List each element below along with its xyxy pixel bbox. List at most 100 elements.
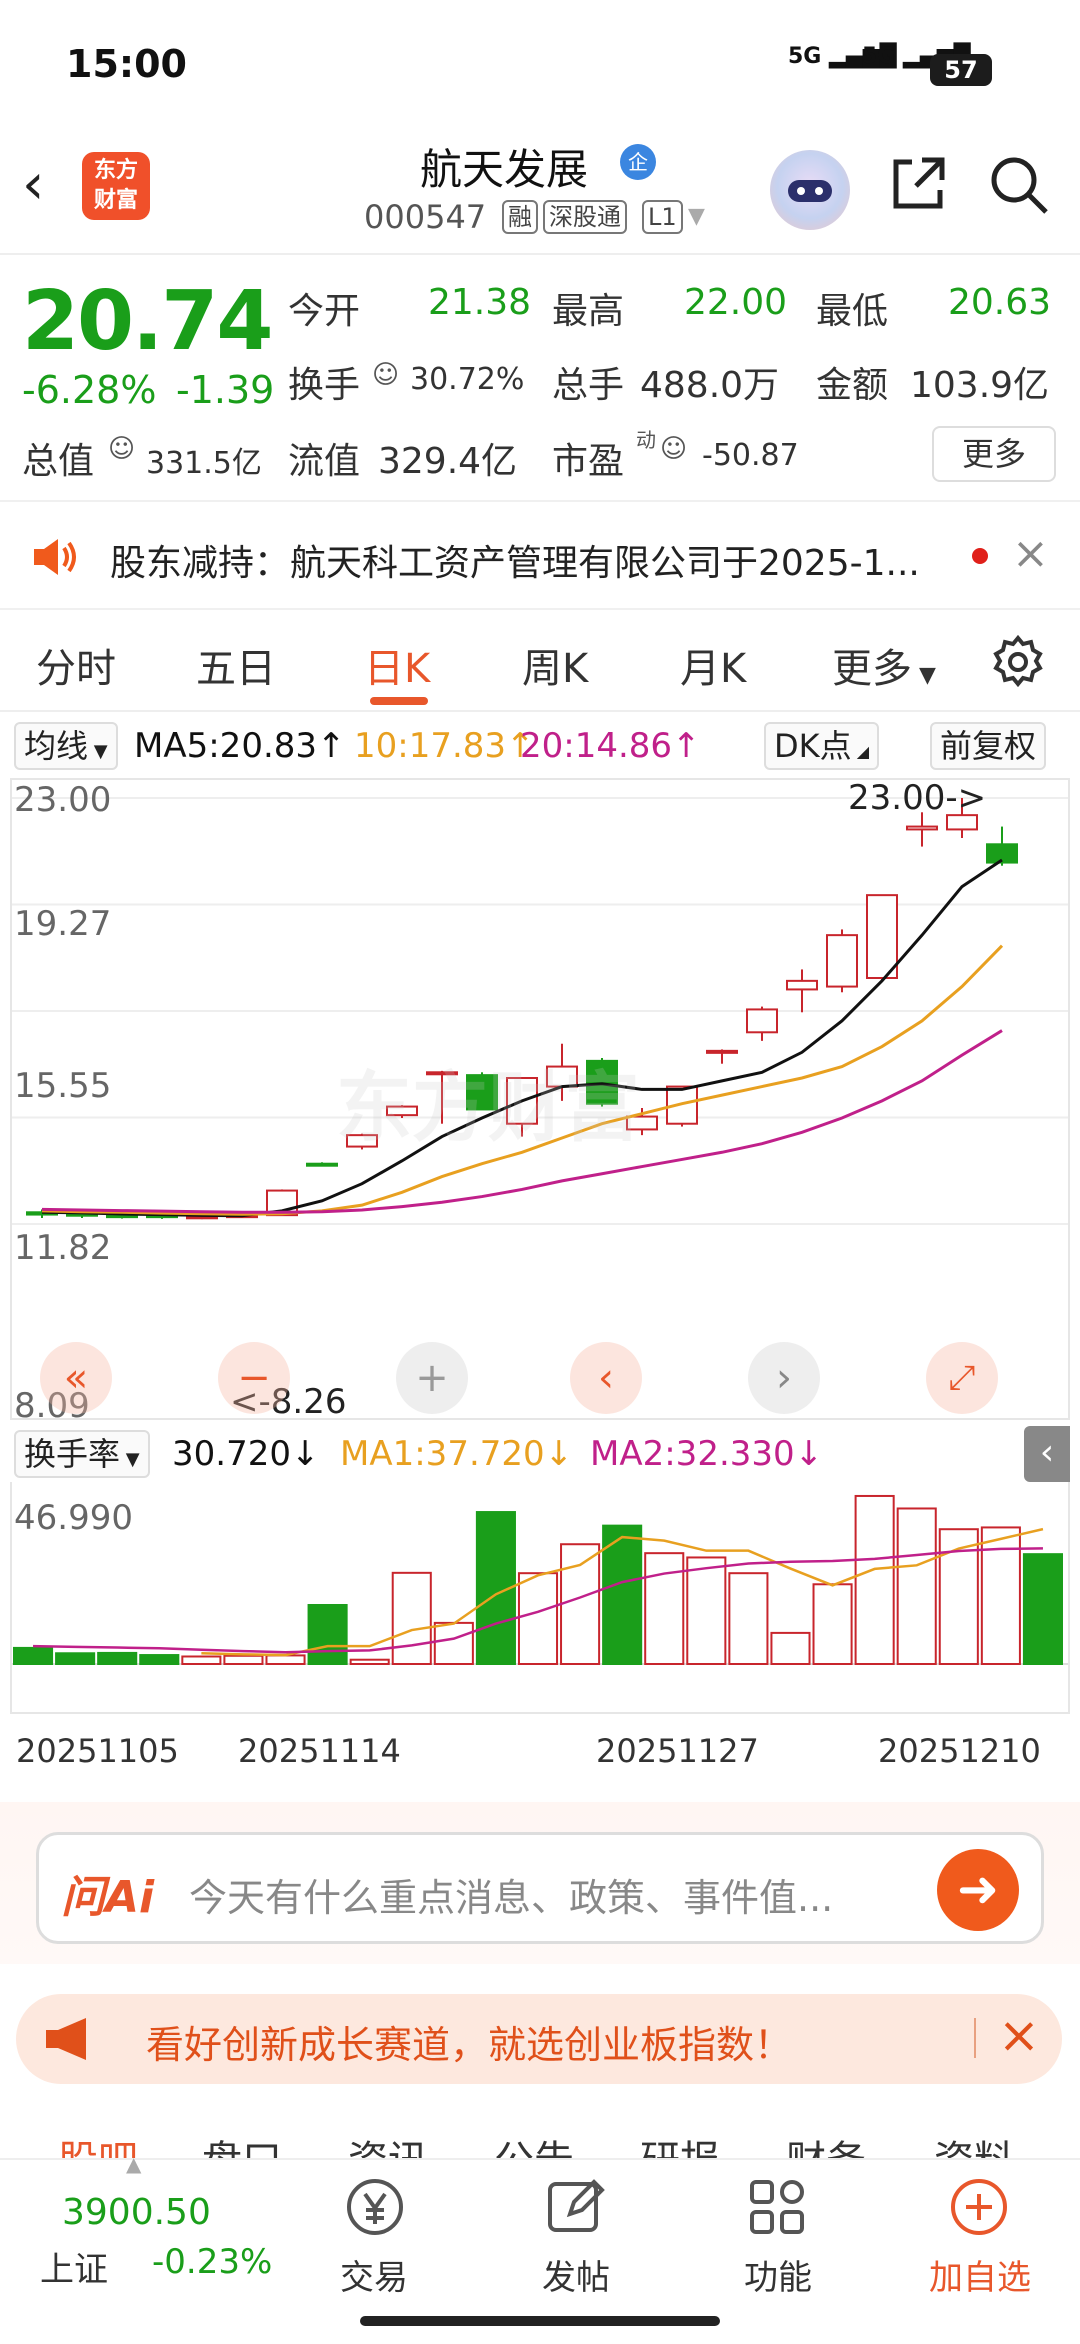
candle-body (906, 825, 938, 831)
close-icon[interactable]: × (998, 2006, 1040, 2064)
scroll-left-fast-icon[interactable]: « (40, 1342, 112, 1414)
candle-body (306, 1162, 338, 1167)
collapse-panel-icon[interactable]: ‹ (1024, 1426, 1070, 1482)
candle-body (706, 1049, 738, 1054)
divider (974, 2018, 976, 2058)
turnover-value: 30.72% (410, 362, 525, 397)
promo-text: 看好创新成长赛道，就选创业板指数！ (146, 2023, 793, 2067)
info-icon[interactable]: ☺ (660, 434, 687, 464)
arrow-right-icon[interactable]: ➜ (937, 1849, 1019, 1931)
stock-header: ‹ 东方 财富 航天发展 企 000547 融 深股通 L1 ▼ (0, 130, 1080, 255)
battery-icon: 57 (930, 54, 992, 86)
turnover-ma2: MA2:32.330↓ (590, 1434, 824, 1474)
tab-weekly-k[interactable]: 周K (522, 636, 588, 694)
y-tick-label: 23.00 (14, 780, 112, 820)
logo-text-1: 东方 (93, 158, 138, 183)
turnover-bar (728, 1572, 769, 1665)
tab-daily-k[interactable]: 日K (364, 636, 430, 694)
tab-research[interactable]: 研报 (640, 2128, 720, 2160)
change-percent: -6.28% (22, 368, 157, 412)
speaker-icon (30, 532, 80, 586)
y-tick-label: 11.82 (14, 1228, 112, 1268)
vol-y-tick: 46.990 (14, 1498, 133, 1538)
adjust-button[interactable]: 前复权 (930, 722, 1047, 770)
float-value: 329.4亿 (378, 441, 518, 482)
scroll-left-icon[interactable]: ‹ (570, 1342, 642, 1414)
candle-body (746, 1008, 778, 1034)
trade-yen-icon[interactable] (330, 2174, 420, 2252)
turnover-bar (97, 1651, 138, 1666)
ma20-value: 20:14.86↑ (520, 726, 701, 766)
post-edit-icon[interactable] (530, 2174, 620, 2252)
status-bar: 15:00 5G ▂▄▆█ 5G ▂▄▆█ 57 (0, 0, 1080, 130)
app-logo[interactable]: 东方 财富 (82, 152, 150, 220)
tab-more[interactable]: 更多 ▼ (832, 636, 936, 694)
notice-bar[interactable]: 股东减持：航天科工资产管理有限公司于2025-1... × (0, 500, 1080, 610)
megaphone-icon (46, 2016, 98, 2066)
amount-value: 103.9亿 (910, 365, 1050, 406)
x-tick-label: 20251114 (238, 1732, 401, 1770)
share-icon[interactable] (886, 152, 950, 220)
zoom-in-icon[interactable]: + (396, 1342, 468, 1414)
caret-up-icon[interactable]: ▲ (126, 2152, 141, 2176)
ai-logo: 问Ai (61, 1872, 155, 1923)
y-tick-label: 15.55 (14, 1066, 112, 1106)
level-tag: L1 (642, 200, 683, 234)
ma-line-ma5 (41, 858, 1003, 1218)
dropdown-icon[interactable]: ▼ (688, 204, 705, 229)
volume-label: 总手 (552, 365, 625, 406)
close-icon[interactable]: × (1012, 528, 1049, 579)
tab-orderbook[interactable]: 盘口 (202, 2128, 282, 2160)
tab-announcements[interactable]: 公告 (494, 2128, 574, 2160)
open-value: 21.38 (428, 282, 532, 323)
watermark: 东方财富 (336, 1063, 640, 1152)
turnover-current: 30.720↓ (172, 1434, 320, 1474)
functions-grid-icon[interactable] (732, 2174, 822, 2252)
nav-trade[interactable]: 交易 (314, 2250, 434, 2299)
index-name: 上证 (40, 2250, 108, 2290)
margin-tag: 融 (502, 200, 538, 234)
settings-gear-icon[interactable] (990, 634, 1046, 694)
pe-type: 动 (636, 428, 656, 452)
nav-add-watchlist[interactable]: 加自选 (920, 2250, 1040, 2299)
y-tick-label: 19.27 (14, 904, 112, 944)
index-change: -0.23% (152, 2242, 273, 2282)
active-tab-indicator (370, 697, 428, 705)
tab-finance[interactable]: 财务 (786, 2128, 866, 2160)
tab-monthly-k[interactable]: 月K (680, 636, 746, 694)
sub-indicator-select[interactable]: 换手率 ▼ (14, 1430, 150, 1478)
dk-point-button[interactable]: DK点 ◢ (764, 722, 880, 770)
turnover-bar (391, 1571, 432, 1665)
x-tick-label: 20251210 (878, 1732, 1041, 1770)
turnover-bar (517, 1572, 559, 1665)
promo-banner[interactable]: 看好创新成长赛道，就选创业板指数！ × (16, 1994, 1062, 2084)
high-marker: 23.00-> (848, 778, 987, 818)
turnover-ma1: MA1:37.720↓ (340, 1434, 574, 1474)
ai-search-box[interactable]: 问Ai 今天有什么重点消息、政策、事件值... ➜ (36, 1832, 1044, 1944)
nav-post[interactable]: 发帖 (516, 2250, 636, 2299)
info-icon[interactable]: ☺ (372, 360, 399, 390)
indicator-select[interactable]: 均线 ▼ (14, 722, 118, 770)
assistant-avatar-icon[interactable] (770, 150, 850, 230)
tab-five-day[interactable]: 五日 (196, 636, 276, 694)
info-icon[interactable]: ☺ (108, 434, 135, 464)
connect-tag: 深股通 (543, 200, 627, 234)
scroll-right-icon[interactable]: › (748, 1342, 820, 1414)
nav-functions[interactable]: 功能 (718, 2250, 838, 2299)
fullscreen-icon[interactable]: ⤢ (926, 1342, 998, 1414)
tab-intraday[interactable]: 分时 (36, 636, 116, 694)
search-icon[interactable] (986, 152, 1052, 222)
add-watchlist-plus-icon[interactable] (934, 2174, 1024, 2252)
turnover-chart[interactable] (10, 1482, 1070, 1714)
back-icon[interactable]: ‹ (22, 152, 44, 217)
more-button[interactable]: 更多 (932, 426, 1056, 482)
unread-dot (972, 548, 988, 564)
zoom-out-icon[interactable]: − (218, 1342, 290, 1414)
dk-label: DK点 (774, 727, 852, 765)
enterprise-badge: 企 (620, 144, 656, 180)
turnover-bar (265, 1654, 306, 1665)
index-value[interactable]: 3900.50 (62, 2192, 211, 2233)
tab-profile[interactable]: 资料 (934, 2128, 1014, 2160)
caret-down-icon: ▼ (120, 1449, 140, 1470)
tab-news[interactable]: 资讯 (348, 2128, 428, 2160)
